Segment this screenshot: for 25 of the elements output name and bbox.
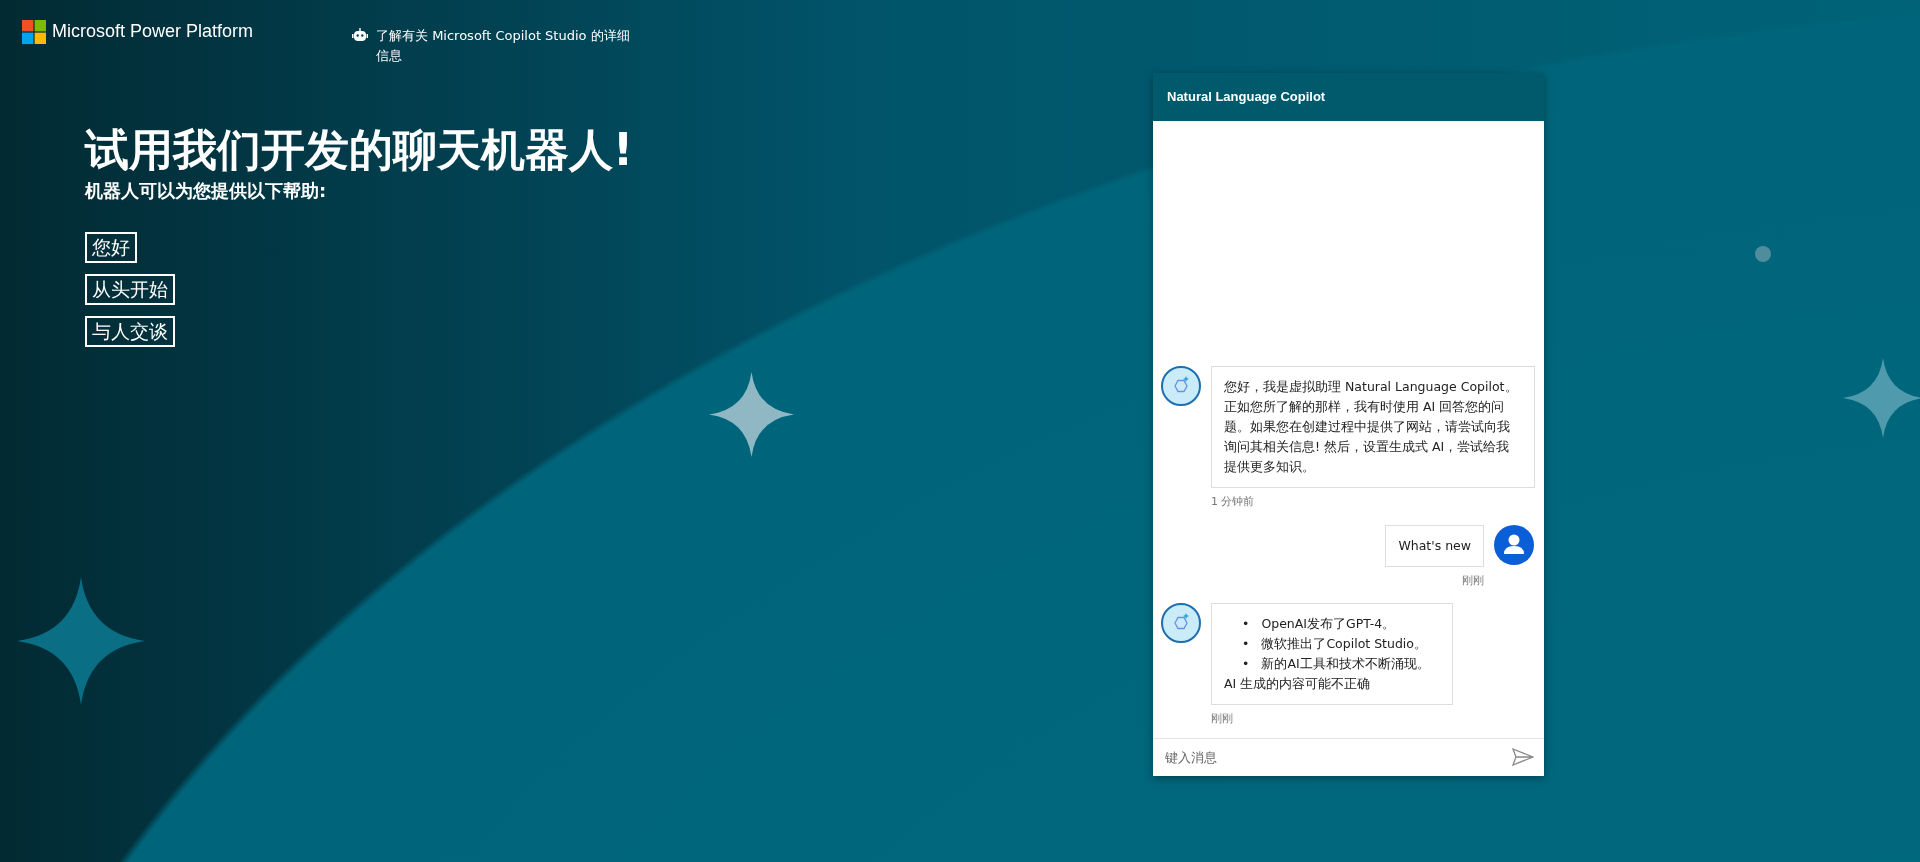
- message-note: AI 生成的内容可能不正确: [1224, 675, 1372, 693]
- timestamp: 1 分钟前: [1211, 494, 1256, 510]
- timestamp: 刚刚: [1461, 572, 1484, 589]
- brand-name: Microsoft Power Platform: [52, 20, 254, 43]
- robot-icon: [352, 28, 368, 44]
- topic-button[interactable]: 与人交谈: [85, 315, 175, 347]
- bot-avatar-icon: [1161, 603, 1201, 643]
- learn-more-link[interactable]: 了解有关 Microsoft Copilot Studio 的详细信息: [376, 26, 638, 66]
- sparkle-icon: [1843, 357, 1920, 439]
- topic-button[interactable]: 您好: [85, 231, 137, 263]
- bullet-list: • OpenAI发布了GPT-4。 • 微软推出了Copilot Studio。 • 新的AI工具和技术不断涌现。: [1224, 614, 1440, 674]
- sparkle-icon: [17, 577, 145, 705]
- timestamp: 刚刚: [1211, 711, 1234, 727]
- message-bubble: 您好，我是虚拟助理 Natural Language Copilot。正如您所了解的那样，我有时使用 AI 回答您的问题。如果您在创建过程中提供了网站，请尝试向我询问其相关信息! 然后，设置生成式 AI，尝试给我提供更多知识。: [1211, 366, 1535, 488]
- sparkle-icon: [709, 372, 794, 457]
- topic-button[interactable]: 从头开始: [85, 273, 175, 305]
- dot-icon: [1755, 246, 1771, 262]
- chat-title: Natural Language Copilot: [1153, 73, 1544, 121]
- hero-subtitle: 机器人可以为您提供以下帮助:: [85, 178, 328, 203]
- message-bubble: What's new: [1385, 524, 1484, 567]
- logo-icon: [22, 19, 46, 44]
- send-icon[interactable]: [1512, 748, 1534, 767]
- bot-avatar-icon: [1161, 366, 1201, 406]
- user-avatar-icon: [1494, 524, 1534, 565]
- hero-title: 试用我们开发的聊天机器人!: [85, 124, 634, 177]
